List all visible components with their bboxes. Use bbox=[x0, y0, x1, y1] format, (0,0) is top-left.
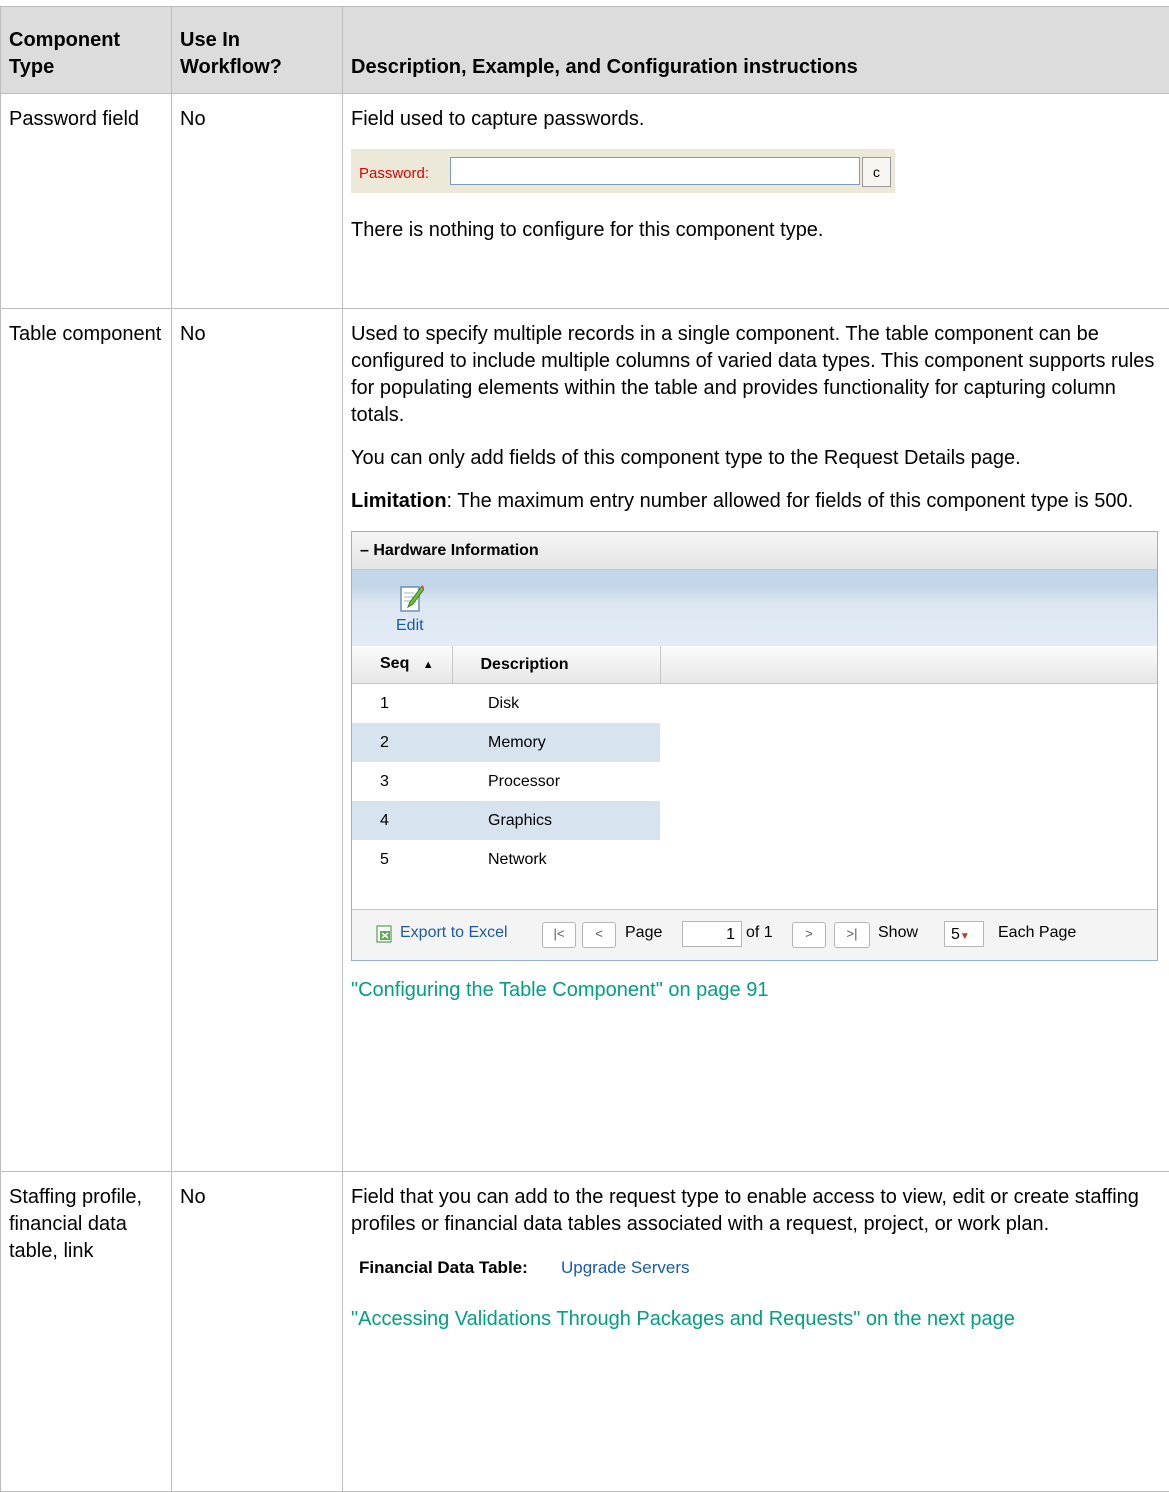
configuring-table-component-link[interactable]: "Configuring the Table Component" on pag… bbox=[351, 979, 768, 1001]
table-row: Staffing profile, financial data table, … bbox=[1, 1172, 1169, 1492]
seq-cell: 2 bbox=[352, 723, 452, 762]
seq-cell: 4 bbox=[352, 801, 452, 840]
financial-data-table-example: Financial Data Table: Upgrade Servers bbox=[351, 1254, 1161, 1278]
workflow-cell: No bbox=[172, 1172, 343, 1492]
table-row: Password field No Field used to capture … bbox=[1, 94, 1169, 309]
grid-header-row: Seq ▲ Description bbox=[352, 646, 1157, 684]
grid-row[interactable]: 4 Graphics bbox=[352, 801, 1157, 840]
description-column-header[interactable]: Description bbox=[452, 646, 660, 684]
header-description: Description, Example, and Configuration … bbox=[343, 7, 1169, 94]
password-label: Password: bbox=[359, 160, 429, 187]
description-cell: Used to specify multiple records in a si… bbox=[343, 309, 1169, 1172]
limitation-label: Limitation bbox=[351, 490, 447, 512]
component-type-cell: Password field bbox=[1, 94, 172, 309]
grid-row[interactable]: 3 Processor bbox=[352, 762, 1157, 801]
first-page-button[interactable]: |< bbox=[542, 922, 576, 948]
table-row: Table component No Used to specify multi… bbox=[1, 309, 1169, 1172]
table-header-row: Component Type Use In Workflow? Descript… bbox=[1, 7, 1169, 94]
last-page-button[interactable]: >| bbox=[834, 922, 870, 948]
limitation-text: : The maximum entry number allowed for f… bbox=[447, 490, 1134, 512]
description-cell: Memory bbox=[452, 723, 660, 762]
page-label: Page bbox=[625, 923, 662, 943]
limitation-note: Limitation: The maximum entry number all… bbox=[351, 488, 1161, 515]
next-page-button[interactable]: > bbox=[792, 922, 826, 948]
description-text: Used to specify multiple records in a si… bbox=[351, 321, 1161, 429]
seq-cell: 5 bbox=[352, 840, 452, 879]
page-number-input[interactable]: 1 bbox=[682, 921, 742, 947]
page-size-select[interactable]: 5▼ bbox=[944, 921, 984, 947]
page-size-value: 5 bbox=[951, 926, 960, 943]
edit-button-label[interactable]: Edit bbox=[396, 616, 424, 636]
description-text: Field used to capture passwords. bbox=[351, 106, 1161, 133]
link-paragraph: "Configuring the Table Component" on pag… bbox=[351, 977, 1161, 1004]
excel-icon[interactable] bbox=[376, 925, 394, 943]
description-cell: Field that you can add to the request ty… bbox=[343, 1172, 1169, 1492]
description-cell: Graphics bbox=[452, 801, 660, 840]
show-label: Show bbox=[878, 923, 918, 943]
hardware-grid: Seq ▲ Description 1 Disk bbox=[352, 646, 1157, 879]
configuration-note: There is nothing to configure for this c… bbox=[351, 217, 1161, 244]
spacer-cell bbox=[660, 723, 1157, 762]
spacer-cell bbox=[660, 801, 1157, 840]
grid-row[interactable]: 5 Network bbox=[352, 840, 1157, 879]
accessing-validations-link[interactable]: "Accessing Validations Through Packages … bbox=[351, 1308, 1015, 1330]
password-field-example: Password: c bbox=[351, 149, 895, 193]
spacer-cell bbox=[660, 762, 1157, 801]
component-type-cell: Table component bbox=[1, 309, 172, 1172]
seq-cell: 1 bbox=[352, 684, 452, 724]
empty-column-header bbox=[660, 646, 1157, 684]
panel-title[interactable]: – Hardware Information bbox=[352, 532, 1157, 570]
page-total: of 1 bbox=[746, 923, 773, 943]
edit-icon[interactable] bbox=[400, 584, 424, 614]
grid-row[interactable]: 1 Disk bbox=[352, 684, 1157, 724]
description-text: Field that you can add to the request ty… bbox=[351, 1184, 1161, 1238]
spacer-cell bbox=[660, 684, 1157, 724]
hardware-information-panel: – Hardware Information Edit bbox=[351, 531, 1158, 961]
password-input[interactable] bbox=[450, 157, 860, 185]
workflow-cell: No bbox=[172, 94, 343, 309]
seq-column-label: Seq bbox=[380, 655, 409, 672]
spacer-cell bbox=[660, 840, 1157, 879]
financial-data-table-label: Financial Data Table: bbox=[359, 1254, 528, 1281]
header-component-type: Component Type bbox=[1, 7, 172, 94]
seq-column-header[interactable]: Seq ▲ bbox=[352, 646, 452, 684]
each-page-label: Each Page bbox=[998, 923, 1076, 943]
chevron-down-icon: ▼ bbox=[960, 931, 970, 942]
component-types-table: Component Type Use In Workflow? Descript… bbox=[0, 6, 1169, 1492]
description-text-2: You can only add fields of this componen… bbox=[351, 445, 1161, 472]
description-cell: Field used to capture passwords. Passwor… bbox=[343, 94, 1169, 309]
description-cell: Processor bbox=[452, 762, 660, 801]
header-use-in-workflow: Use In Workflow? bbox=[172, 7, 343, 94]
description-cell: Network bbox=[452, 840, 660, 879]
export-to-excel-link[interactable]: Export to Excel bbox=[400, 923, 508, 943]
description-cell: Disk bbox=[452, 684, 660, 724]
panel-toolbar: Edit bbox=[352, 570, 1157, 646]
pagination-bar: Export to Excel |< < Page 1 of 1 > >| Sh… bbox=[352, 909, 1157, 960]
previous-page-button[interactable]: < bbox=[582, 922, 616, 948]
component-type-cell: Staffing profile, financial data table, … bbox=[1, 1172, 172, 1492]
workflow-cell: No bbox=[172, 309, 343, 1172]
sort-ascending-icon: ▲ bbox=[423, 659, 434, 671]
link-paragraph: "Accessing Validations Through Packages … bbox=[351, 1306, 1161, 1333]
password-clear-button[interactable]: c bbox=[862, 157, 891, 187]
upgrade-servers-link[interactable]: Upgrade Servers bbox=[561, 1254, 690, 1281]
seq-cell: 3 bbox=[352, 762, 452, 801]
grid-row[interactable]: 2 Memory bbox=[352, 723, 1157, 762]
